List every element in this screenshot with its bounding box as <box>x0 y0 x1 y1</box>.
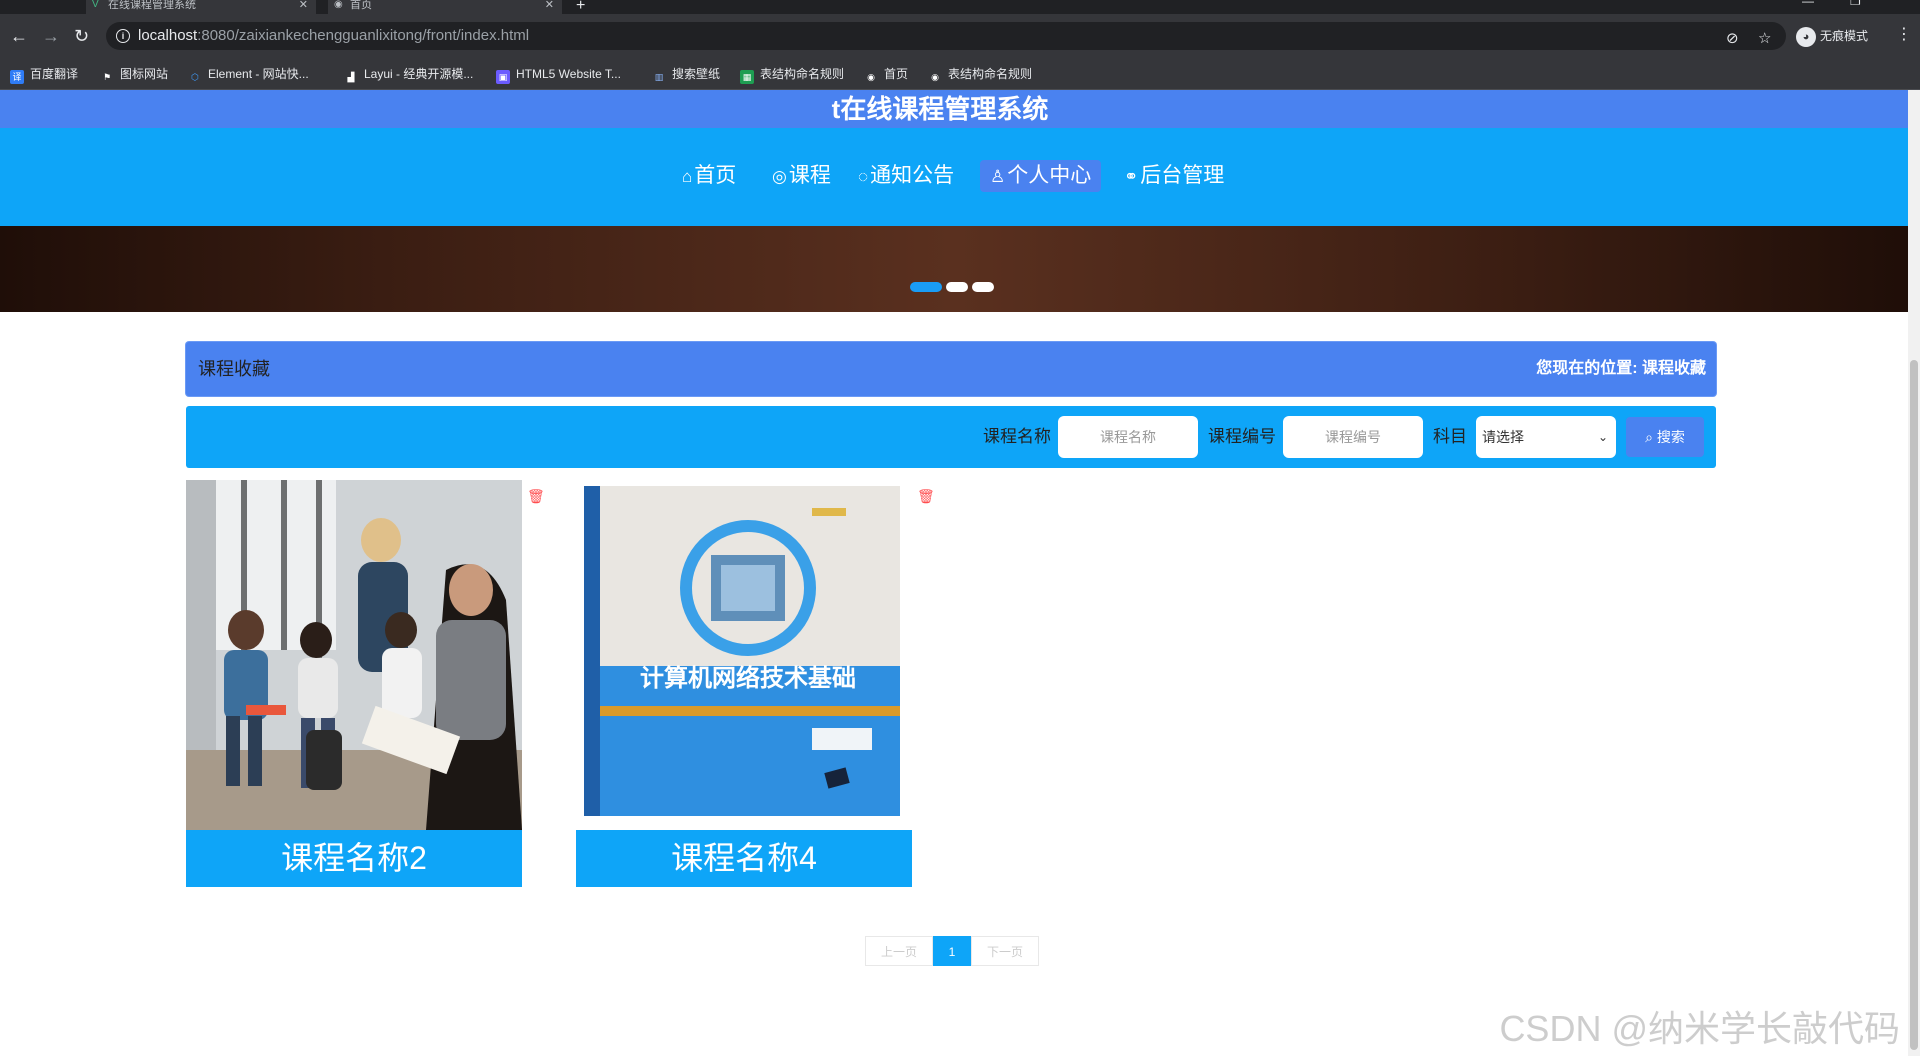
subject-select-value: 请选择 <box>1482 429 1524 445</box>
book-cover-photo: 计算机网络技术基础 <box>576 480 912 830</box>
tab-close-icon[interactable]: ✕ <box>545 0 554 11</box>
subject-label: 科目 <box>1433 427 1467 446</box>
flag-icon: ⚑ <box>102 72 112 82</box>
bookmarks-bar: 译百度翻译 ⚑ 图标网站 ⬡ Element - 网站快... ▟ Layui - 经… <box>0 58 1920 90</box>
incognito-icon: ◕ <box>1796 26 1816 47</box>
search-icon: ⌕ <box>1645 429 1653 445</box>
course-card[interactable]: 计算机网络技术基础 课程名称4 🗑 <box>576 480 935 887</box>
wallpaper-icon: ▥ <box>654 72 664 82</box>
html5-icon: ▣ <box>496 70 510 84</box>
browser-tab-2[interactable]: ◉ 首页 ✕ <box>328 0 562 14</box>
tab-close-icon[interactable]: ✕ <box>299 0 308 11</box>
user-icon: ♙ <box>990 167 1006 186</box>
course-code-label: 课程编号 <box>1208 427 1276 446</box>
layui-icon: ▟ <box>347 72 355 82</box>
nav-personal-center[interactable]: ♙个人中心 <box>980 160 1102 192</box>
book-title-text: 计算机网络技术基础 <box>640 664 856 692</box>
course-name[interactable]: 课程名称4 <box>576 830 912 887</box>
back-icon[interactable]: ← <box>10 26 28 46</box>
url-text[interactable]: localhost:8080/zaixiankechengguanlixiton… <box>138 27 529 44</box>
course-image-book[interactable]: 计算机网络技术基础 <box>576 480 912 830</box>
course-name-label: 课程名称 <box>983 427 1051 446</box>
course-image-classroom[interactable] <box>186 480 522 830</box>
delete-icon[interactable]: 🗑 <box>527 488 545 505</box>
bookmark-item[interactable]: ▟ Layui - 经典开源模... <box>344 58 474 90</box>
home-icon: ⌂ <box>682 167 693 186</box>
menu-more-icon[interactable]: ⋮ <box>1896 24 1912 44</box>
page-title: 课程收藏 <box>198 359 270 379</box>
sheet-icon: ▦ <box>740 70 754 84</box>
main-nav: ⌂首页 ◎课程 ◌通知公告 ♙个人中心 ⚭后台管理 <box>0 128 1908 226</box>
new-tab-icon[interactable]: + <box>576 0 585 15</box>
site-title: t在线课程管理系统 <box>831 94 1049 124</box>
subject-select[interactable]: 请选择 ⌄ <box>1476 416 1616 458</box>
watermark: CSDN @纳米学长敲代码 <box>1499 1008 1900 1049</box>
globe-icon: ◉ <box>334 0 343 10</box>
location-path: 您现在的位置: 课程收藏 <box>1536 360 1706 377</box>
nav-admin[interactable]: ⚭后台管理 <box>1114 160 1234 192</box>
browser-tab-1[interactable]: V 在线课程管理系统 ✕ <box>86 0 316 14</box>
classroom-photo <box>186 480 522 830</box>
nav-notice[interactable]: ◌通知公告 <box>848 160 964 192</box>
bookmark-item[interactable]: ◉ 表结构命名规则 <box>928 58 1032 90</box>
eye-off-icon[interactable]: ⊘ <box>1726 29 1739 47</box>
carousel-dot-3[interactable] <box>972 282 994 292</box>
globe-icon: ◉ <box>931 72 939 82</box>
notice-icon: ◌ <box>858 167 869 186</box>
page-number-button[interactable]: 1 <box>933 936 971 966</box>
course-card[interactable]: 课程名称2 🗑 <box>186 480 545 887</box>
element-icon: ⬡ <box>191 72 199 82</box>
bookmark-item[interactable]: ⬡ Element - 网站快... <box>188 58 309 90</box>
search-button[interactable]: ⌕ 搜索 <box>1626 417 1704 457</box>
maximize-icon[interactable]: ❐ <box>1850 0 1861 8</box>
browser-toolbar: ← → ↻ i localhost:8080/zaixiankechenggua… <box>0 14 1920 58</box>
translate-icon: 译 <box>10 70 24 84</box>
site-header: t在线课程管理系统 <box>0 90 1908 128</box>
browser-tab-bar: V 在线课程管理系统 ✕ ◉ 首页 ✕ + — ❐ <box>0 0 1920 14</box>
carousel-dot-1[interactable] <box>910 282 942 292</box>
link-icon: ⚭ <box>1124 167 1139 186</box>
search-form: 课程名称 课程编号 科目 请选择 ⌄ ⌕ 搜索 <box>186 406 1716 468</box>
address-bar[interactable]: i localhost:8080/zaixiankechengguanlixit… <box>106 22 1786 50</box>
tab-title: 首页 <box>350 0 372 11</box>
nav-course[interactable]: ◎课程 <box>762 160 841 192</box>
bookmark-item[interactable]: ▥ 搜索壁纸 <box>652 58 720 90</box>
star-icon[interactable]: ☆ <box>1758 29 1771 47</box>
carousel-dot-2[interactable] <box>946 282 968 292</box>
banner-carousel <box>0 226 1908 312</box>
course-code-input[interactable] <box>1283 416 1423 458</box>
incognito-profile[interactable]: ◕ 无痕模式 <box>1796 23 1880 49</box>
bookmark-item[interactable]: ⚑ 图标网站 <box>100 58 168 90</box>
course-name-input[interactable] <box>1058 416 1198 458</box>
course-name[interactable]: 课程名称2 <box>186 830 522 887</box>
breadcrumb: 课程收藏 您现在的位置: 课程收藏 <box>186 342 1716 396</box>
chevron-down-icon: ⌄ <box>1597 430 1608 444</box>
prev-page-button[interactable]: 上一页 <box>865 936 933 966</box>
nav-home[interactable]: ⌂首页 <box>672 160 746 192</box>
minimize-icon[interactable]: — <box>1802 0 1814 8</box>
bookmark-item[interactable]: ◉ 首页 <box>864 58 908 90</box>
vue-logo-icon: V <box>92 0 99 10</box>
delete-icon[interactable]: 🗑 <box>917 488 935 505</box>
forward-icon[interactable]: → <box>42 26 60 46</box>
course-icon: ◎ <box>772 167 787 186</box>
info-icon[interactable]: i <box>116 29 130 43</box>
bookmark-item[interactable]: ▣ HTML5 Website T... <box>496 58 621 90</box>
reload-icon[interactable]: ↻ <box>74 26 89 46</box>
globe-icon: ◉ <box>867 72 875 82</box>
page-viewport: t在线课程管理系统 ⌂首页 ◎课程 ◌通知公告 ♙个人中心 ⚭后台管理 课程收藏… <box>0 90 1908 1056</box>
scrollbar-thumb[interactable] <box>1910 360 1918 1050</box>
bookmark-item[interactable]: 译百度翻译 <box>10 58 78 90</box>
tab-title: 在线课程管理系统 <box>108 0 196 11</box>
bookmark-item[interactable]: ▦ 表结构命名规则 <box>740 58 844 90</box>
location-link[interactable]: 课程收藏 <box>1642 360 1706 377</box>
next-page-button[interactable]: 下一页 <box>971 936 1039 966</box>
